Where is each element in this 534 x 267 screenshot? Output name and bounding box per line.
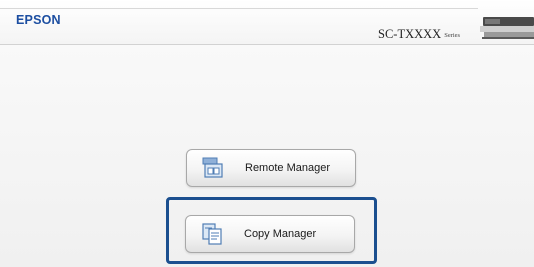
remote-manager-button[interactable]: Remote Manager [186, 149, 356, 187]
model-series: Series [444, 32, 461, 39]
model-name: SC-TXXXX Series [378, 27, 460, 42]
app-window: EPSON SC-TXXXX Series Remote Manager Cop… [0, 0, 534, 267]
selection-highlight [166, 197, 377, 264]
model-number: SC-TXXXX [378, 27, 442, 41]
remote-manager-icon [202, 157, 223, 178]
remote-manager-label: Remote Manager [245, 162, 330, 174]
printer-icon [480, 17, 534, 39]
header-bar: EPSON SC-TXXXX Series [0, 0, 534, 45]
brand-logo: EPSON [16, 13, 61, 27]
header-divider [0, 8, 478, 9]
